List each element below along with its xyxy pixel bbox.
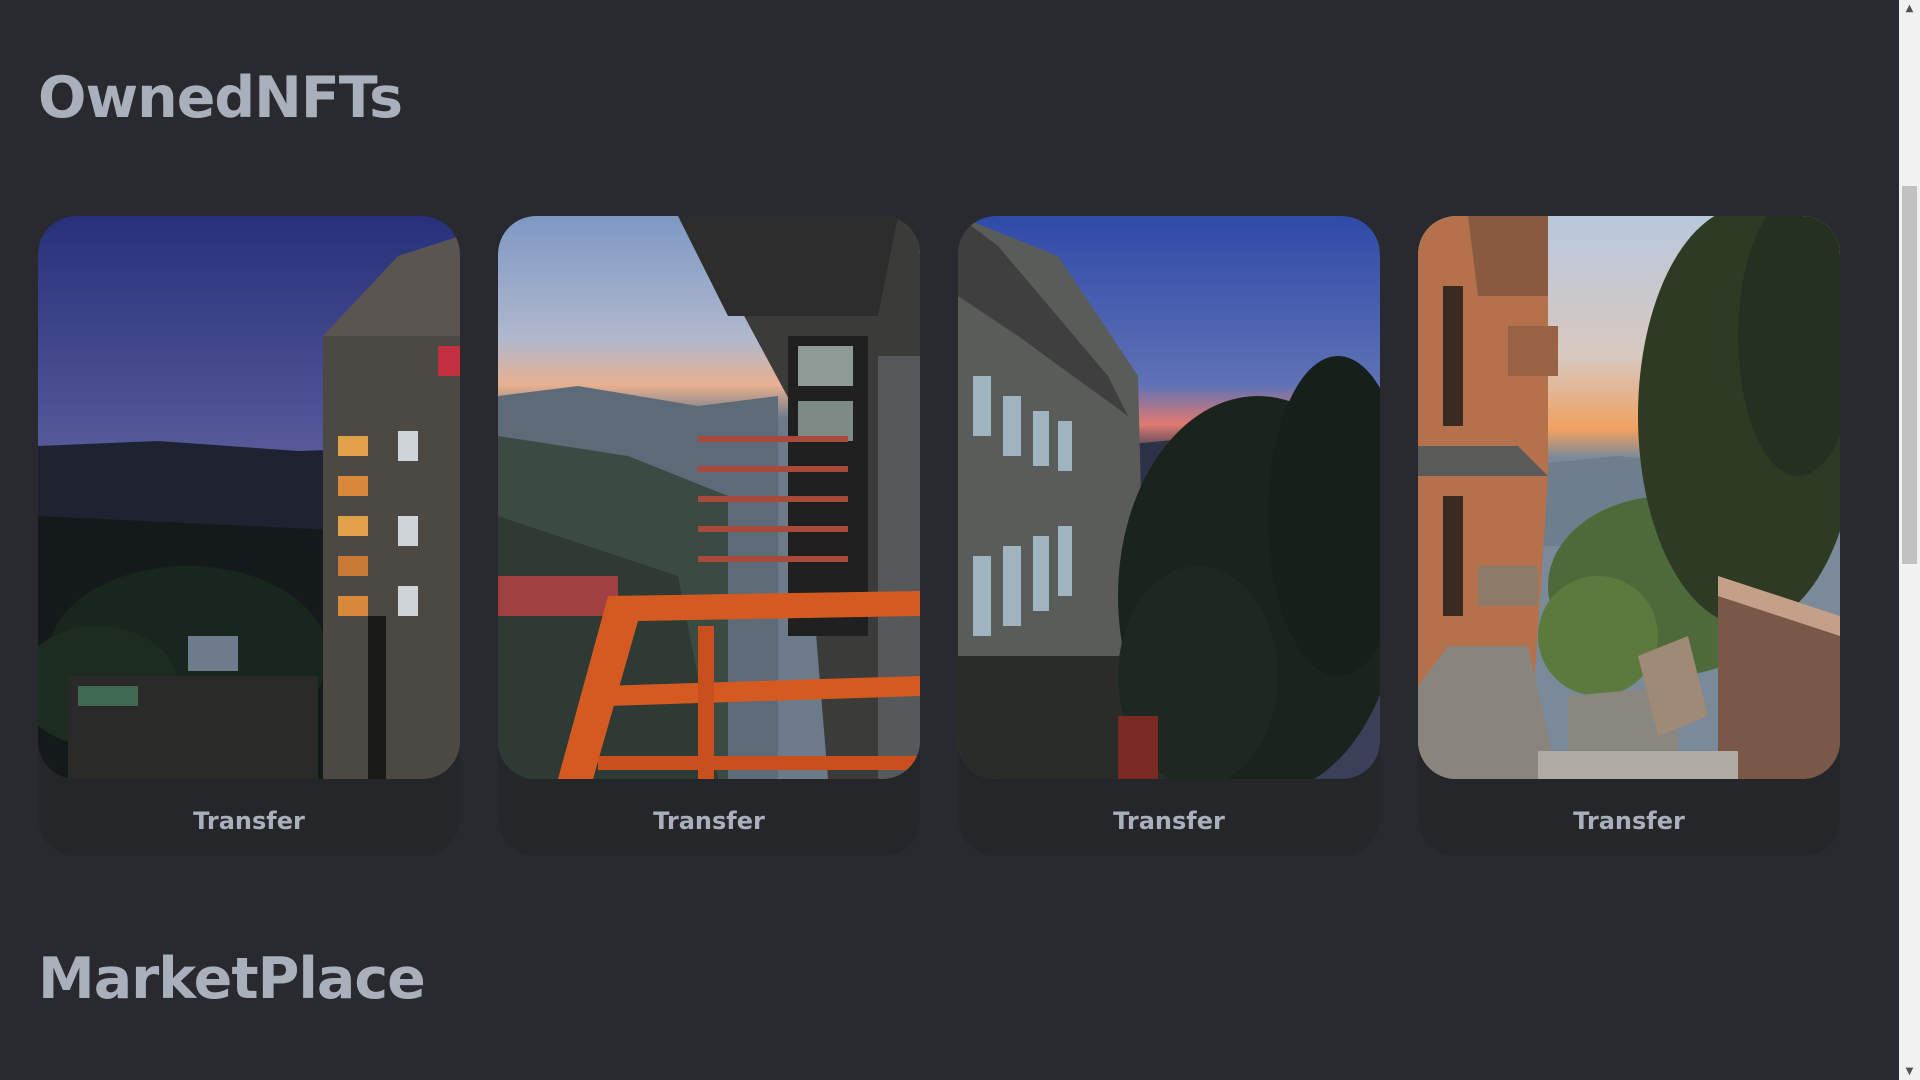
owned-nfts-grid: Transfer Transfer Transfer Transfer	[38, 216, 1840, 856]
transfer-button[interactable]: Transfer	[1539, 799, 1719, 843]
marketplace-title: MarketPlace	[38, 946, 426, 1012]
scrollbar-thumb[interactable]	[1902, 186, 1917, 564]
nft-card: Transfer	[498, 216, 920, 856]
transfer-button[interactable]: Transfer	[1079, 799, 1259, 843]
scroll-up-arrow-icon[interactable]: ▲	[1899, 0, 1920, 17]
nft-image[interactable]	[498, 216, 920, 779]
vertical-scrollbar[interactable]: ▲ ▼	[1899, 0, 1920, 1080]
scroll-down-arrow-icon[interactable]: ▼	[1899, 1063, 1920, 1080]
nft-image[interactable]	[38, 216, 460, 779]
owned-nfts-title: OwnedNFTs	[38, 65, 403, 131]
nft-card: Transfer	[1418, 216, 1840, 856]
transfer-button[interactable]: Transfer	[159, 799, 339, 843]
nft-card: Transfer	[38, 216, 460, 856]
page: OwnedNFTs Transfer Transfer Transfer Tra…	[0, 0, 1899, 1080]
transfer-button[interactable]: Transfer	[619, 799, 799, 843]
nft-image[interactable]	[958, 216, 1380, 779]
nft-card: Transfer	[958, 216, 1380, 856]
nft-image[interactable]	[1418, 216, 1840, 779]
